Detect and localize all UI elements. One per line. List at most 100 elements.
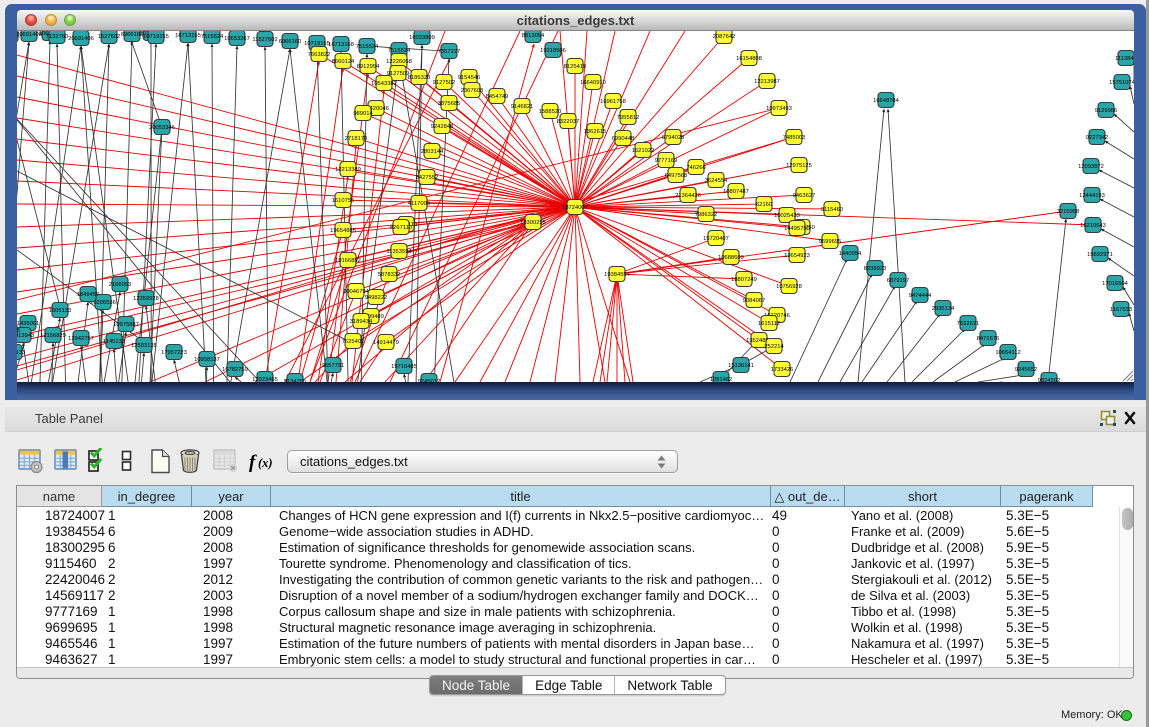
svg-text:8471676: 8471676 xyxy=(977,336,1000,342)
svg-text:14495750: 14495750 xyxy=(784,226,810,232)
svg-text:1610755: 1610755 xyxy=(332,198,355,204)
svg-text:8813054: 8813054 xyxy=(522,33,545,39)
svg-text:12942757: 12942757 xyxy=(68,336,94,342)
svg-text:13654923: 13654923 xyxy=(784,253,810,259)
svg-text:10653267: 10653267 xyxy=(224,36,250,42)
svg-text:1733426: 1733426 xyxy=(771,367,794,373)
svg-text:1621022: 1621022 xyxy=(632,148,655,154)
svg-text:10688609: 10688609 xyxy=(718,255,744,261)
svg-text:746266: 746266 xyxy=(686,165,705,171)
svg-text:2166053: 2166053 xyxy=(109,282,132,288)
svg-text:10543382: 10543382 xyxy=(371,81,397,87)
svg-text:f: f xyxy=(249,452,257,473)
svg-text:1145133: 1145133 xyxy=(103,339,125,345)
svg-text:1167533: 1167533 xyxy=(1110,307,1132,313)
svg-text:1505133: 1505133 xyxy=(49,308,72,314)
svg-text:12156829: 12156829 xyxy=(40,333,66,339)
svg-text:7132760: 7132760 xyxy=(46,34,69,40)
svg-text:252214: 252214 xyxy=(764,344,784,350)
svg-text:16782759: 16782759 xyxy=(222,367,248,373)
svg-text:4117006: 4117006 xyxy=(408,201,430,207)
svg-text:(x): (x) xyxy=(258,456,273,470)
svg-text:9127502: 9127502 xyxy=(433,80,456,86)
svg-text:9129966: 9129966 xyxy=(1095,108,1118,114)
svg-text:16648784: 16648784 xyxy=(873,98,900,104)
svg-text:9777169: 9777169 xyxy=(655,158,678,164)
svg-text:5878332: 5878332 xyxy=(378,272,401,278)
svg-text:12213987: 12213987 xyxy=(754,79,780,85)
svg-text:16713155: 16713155 xyxy=(175,33,201,39)
svg-text:12213389: 12213389 xyxy=(335,167,361,173)
svg-text:8322037: 8322037 xyxy=(557,119,580,125)
svg-text:14914479: 14914479 xyxy=(373,340,399,346)
svg-text:9474444: 9474444 xyxy=(909,293,932,299)
svg-text:6966160: 6966160 xyxy=(279,39,302,45)
svg-text:7986322: 7986322 xyxy=(695,212,718,218)
svg-text:9245652: 9245652 xyxy=(1015,367,1038,373)
svg-text:7955812: 7955812 xyxy=(617,115,640,121)
svg-text:2087642: 2087642 xyxy=(713,34,736,40)
svg-text:8427552: 8427552 xyxy=(416,175,439,181)
svg-text:7663822: 7663822 xyxy=(308,52,331,58)
svg-text:16713168: 16713168 xyxy=(328,42,354,48)
svg-text:12359928: 12359928 xyxy=(133,296,159,302)
svg-text:6497568: 6497568 xyxy=(665,173,688,179)
svg-text:8938923: 8938923 xyxy=(864,266,887,272)
svg-text:9227342: 9227342 xyxy=(1086,135,1109,141)
svg-text:10975887: 10975887 xyxy=(113,322,139,328)
svg-text:10807487: 10807487 xyxy=(723,189,749,195)
svg-text:1112843: 1112843 xyxy=(1115,56,1134,62)
svg-text:9115460: 9115460 xyxy=(821,207,843,213)
svg-text:10654112: 10654112 xyxy=(995,350,1020,356)
svg-text:9463627: 9463627 xyxy=(793,193,816,199)
svg-text:8912954: 8912954 xyxy=(357,64,380,70)
svg-text:9154546: 9154546 xyxy=(458,75,481,81)
svg-text:18807249: 18807249 xyxy=(731,277,757,283)
svg-text:2935134: 2935134 xyxy=(932,306,955,312)
svg-text:16210643: 16210643 xyxy=(1080,223,1106,229)
svg-text:17957223: 17957223 xyxy=(161,350,187,356)
svg-text:16154808: 16154808 xyxy=(736,56,762,62)
svg-text:20053346: 20053346 xyxy=(149,125,175,131)
svg-text:20691406: 20691406 xyxy=(68,36,94,42)
svg-text:1440954: 1440954 xyxy=(839,251,862,257)
svg-text:1588520: 1588520 xyxy=(539,109,562,115)
svg-text:16033809: 16033809 xyxy=(409,35,435,41)
svg-text:15751074: 15751074 xyxy=(1109,80,1134,86)
svg-text:19166852: 19166852 xyxy=(335,258,361,264)
svg-text:12226058: 12226058 xyxy=(386,59,412,65)
svg-text:6990448: 6990448 xyxy=(612,136,635,142)
svg-text:18724007: 18724007 xyxy=(562,205,588,211)
svg-text:15720407: 15720407 xyxy=(703,236,729,242)
svg-text:7632621: 7632621 xyxy=(957,321,980,327)
svg-text:9146821: 9146821 xyxy=(511,104,534,110)
svg-text:3624554: 3624554 xyxy=(705,178,728,184)
svg-text:8660124: 8660124 xyxy=(332,59,355,65)
svg-text:9498222: 9498222 xyxy=(365,295,388,301)
svg-text:8190025: 8190025 xyxy=(17,328,20,334)
svg-text:11353594: 11353594 xyxy=(386,249,412,255)
svg-text:989014: 989014 xyxy=(353,111,373,117)
svg-text:9657791: 9657791 xyxy=(322,363,345,369)
svg-text:7515524: 7515524 xyxy=(201,34,224,40)
svg-text:1849457: 1849457 xyxy=(77,292,100,298)
svg-text:19218506: 19218506 xyxy=(540,48,566,54)
svg-text:8454749: 8454749 xyxy=(486,94,509,100)
svg-text:1527602: 1527602 xyxy=(98,34,121,40)
svg-text:62160: 62160 xyxy=(756,202,772,208)
svg-text:12503135: 12503135 xyxy=(131,343,157,349)
svg-text:12975125: 12975125 xyxy=(786,163,812,169)
svg-text:9699695: 9699695 xyxy=(819,239,842,245)
svg-text:6794028: 6794028 xyxy=(662,135,685,141)
svg-text:10958137: 10958137 xyxy=(194,357,220,363)
svg-text:19654885: 19654885 xyxy=(330,228,356,234)
svg-text:8125419: 8125419 xyxy=(564,64,587,70)
svg-text:12093872: 12093872 xyxy=(1078,164,1104,170)
svg-text:21364436: 21364436 xyxy=(675,193,701,199)
svg-text:15692971: 15692971 xyxy=(1087,252,1113,258)
svg-text:9242848: 9242848 xyxy=(431,124,454,130)
svg-text:10756928: 10756928 xyxy=(776,284,802,290)
svg-text:9084067: 9084067 xyxy=(743,298,766,304)
svg-text:2367608: 2367608 xyxy=(461,88,484,94)
svg-text:1615112: 1615112 xyxy=(758,321,780,327)
